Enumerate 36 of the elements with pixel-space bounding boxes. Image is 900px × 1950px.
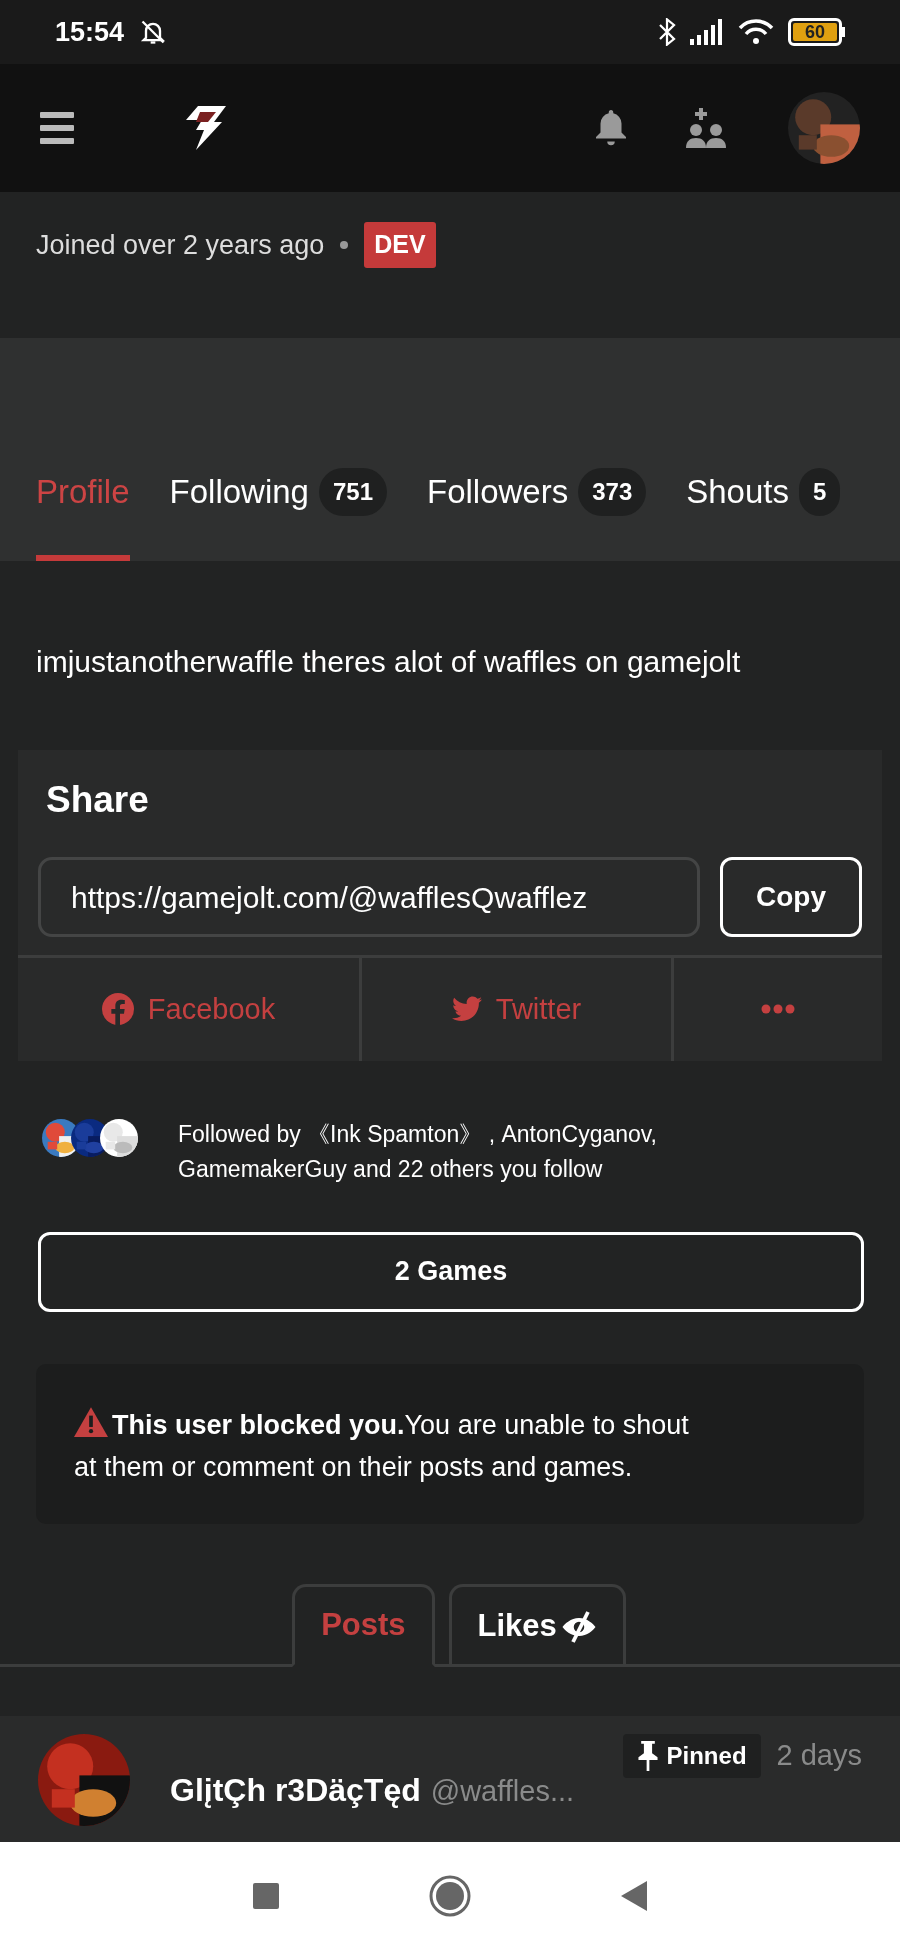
- dev-badge: DEV: [364, 222, 436, 268]
- notification-bell-icon[interactable]: [596, 110, 626, 146]
- copy-button[interactable]: Copy: [720, 857, 862, 937]
- joined-text: Joined over 2 years ago: [36, 228, 325, 262]
- back-icon[interactable]: [621, 1881, 647, 1911]
- add-friends-icon[interactable]: [686, 108, 726, 148]
- more-icon[interactable]: [761, 1004, 795, 1015]
- tab[interactable]: Shouts: [686, 466, 789, 517]
- menu-icon[interactable]: [40, 112, 74, 144]
- blocked-notice: This user blocked you.You are unable to shout at them or comment on their posts and games.: [74, 1403, 794, 1488]
- post-time: 2 days: [776, 1737, 862, 1773]
- followed-by-text: Followed by 《Ink Spamton》 , AntonCyganov, GamemakerGuy and 22 others you follow: [178, 1119, 658, 1184]
- url-field[interactable]: https://gamejolt.com/@wafflesQwafflez: [38, 857, 700, 937]
- bluetooth-icon: [658, 18, 676, 46]
- count-badge: 373: [578, 467, 647, 516]
- facebook-icon: [101, 993, 134, 1026]
- count-badge: 751: [318, 467, 387, 516]
- signal-icon: [690, 19, 724, 45]
- warning-icon: [74, 1406, 108, 1437]
- pin-icon: [636, 1740, 659, 1771]
- author-name: GlįtÇh r3DäçTęd: [170, 1770, 421, 1810]
- share-title: Share: [45, 777, 150, 822]
- tab[interactable]: Followers: [427, 466, 569, 517]
- clock: 15:54: [55, 15, 125, 49]
- count-badge: 5: [799, 467, 841, 516]
- post-tab[interactable]: Likes: [448, 1583, 626, 1667]
- wifi-icon: [738, 18, 774, 46]
- lightning-logo-icon[interactable]: [186, 106, 226, 150]
- bio-text: imjustanotherwaffle theres alot of waffles on gamejolt: [35, 643, 742, 680]
- home-icon[interactable]: [429, 1875, 471, 1917]
- games-button[interactable]: 2 Games: [38, 1231, 864, 1312]
- pinned-badge: Pinned: [622, 1733, 761, 1778]
- author-handle: @waffles...: [430, 1773, 575, 1809]
- bird-icon: [451, 996, 482, 1023]
- battery-icon: 60: [788, 18, 845, 46]
- tab[interactable]: Following: [169, 466, 309, 517]
